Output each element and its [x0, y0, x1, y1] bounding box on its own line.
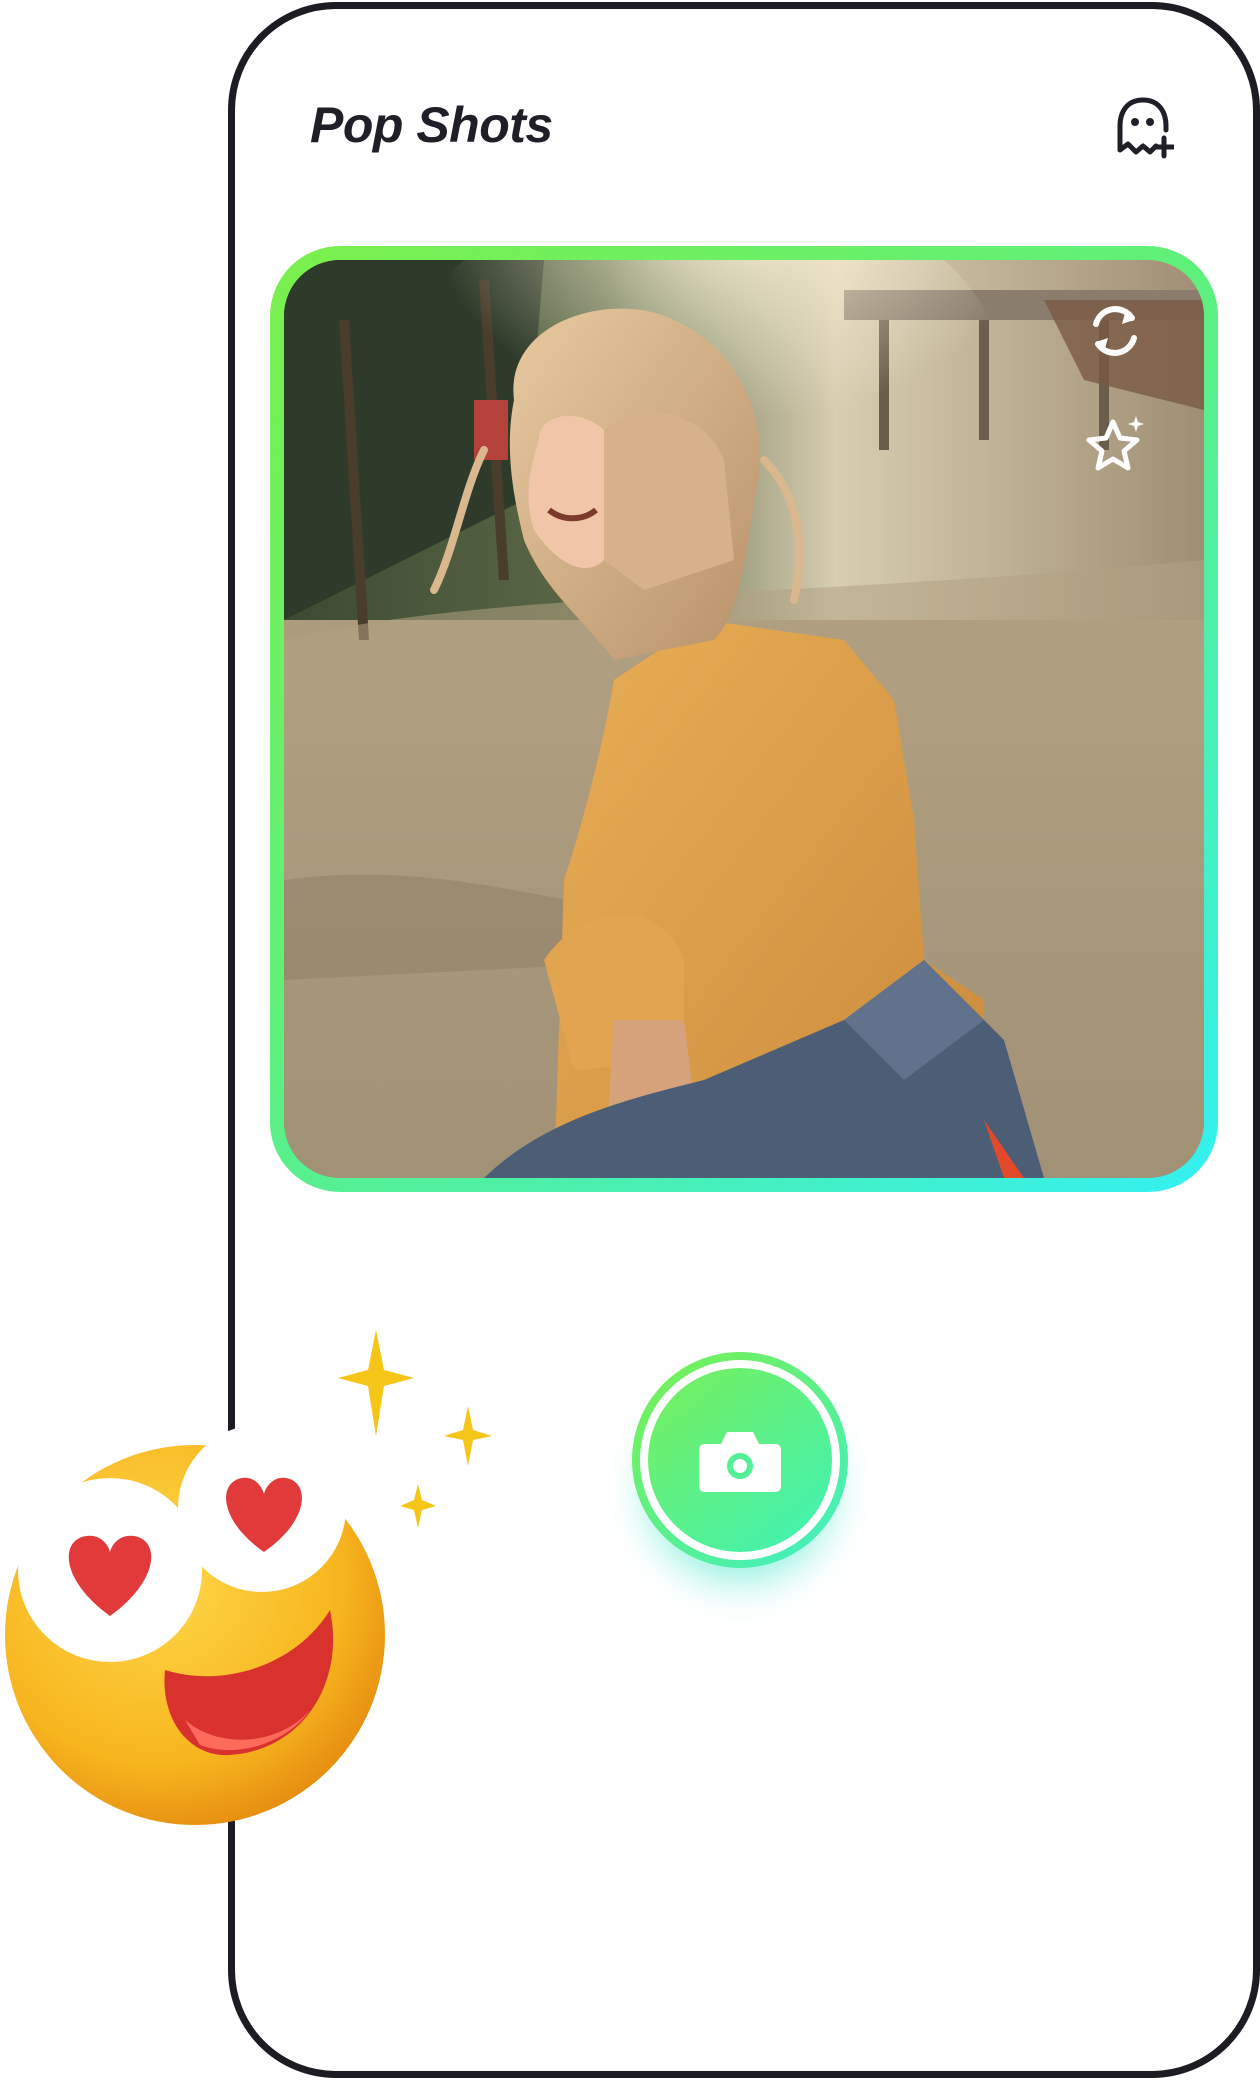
- add-profile-button[interactable]: [1112, 94, 1176, 160]
- camera-icon: [699, 1432, 781, 1492]
- capture-button[interactable]: [632, 1352, 848, 1568]
- app-title: Pop Shots: [310, 97, 553, 153]
- refresh-button[interactable]: [1080, 296, 1150, 366]
- woman-in-yellow-shirt-photo: [284, 260, 1204, 1178]
- capture-button-core: [648, 1368, 832, 1552]
- sparkle-star-icon: [1086, 416, 1144, 471]
- effects-button[interactable]: [1080, 410, 1150, 480]
- heart-eyes-emoji: [5, 1424, 385, 1825]
- ghost-plus-icon: [1117, 97, 1176, 159]
- preview-photo: [284, 260, 1204, 1178]
- refresh-icon: [1093, 306, 1137, 356]
- photo-preview-frame: [270, 246, 1218, 1192]
